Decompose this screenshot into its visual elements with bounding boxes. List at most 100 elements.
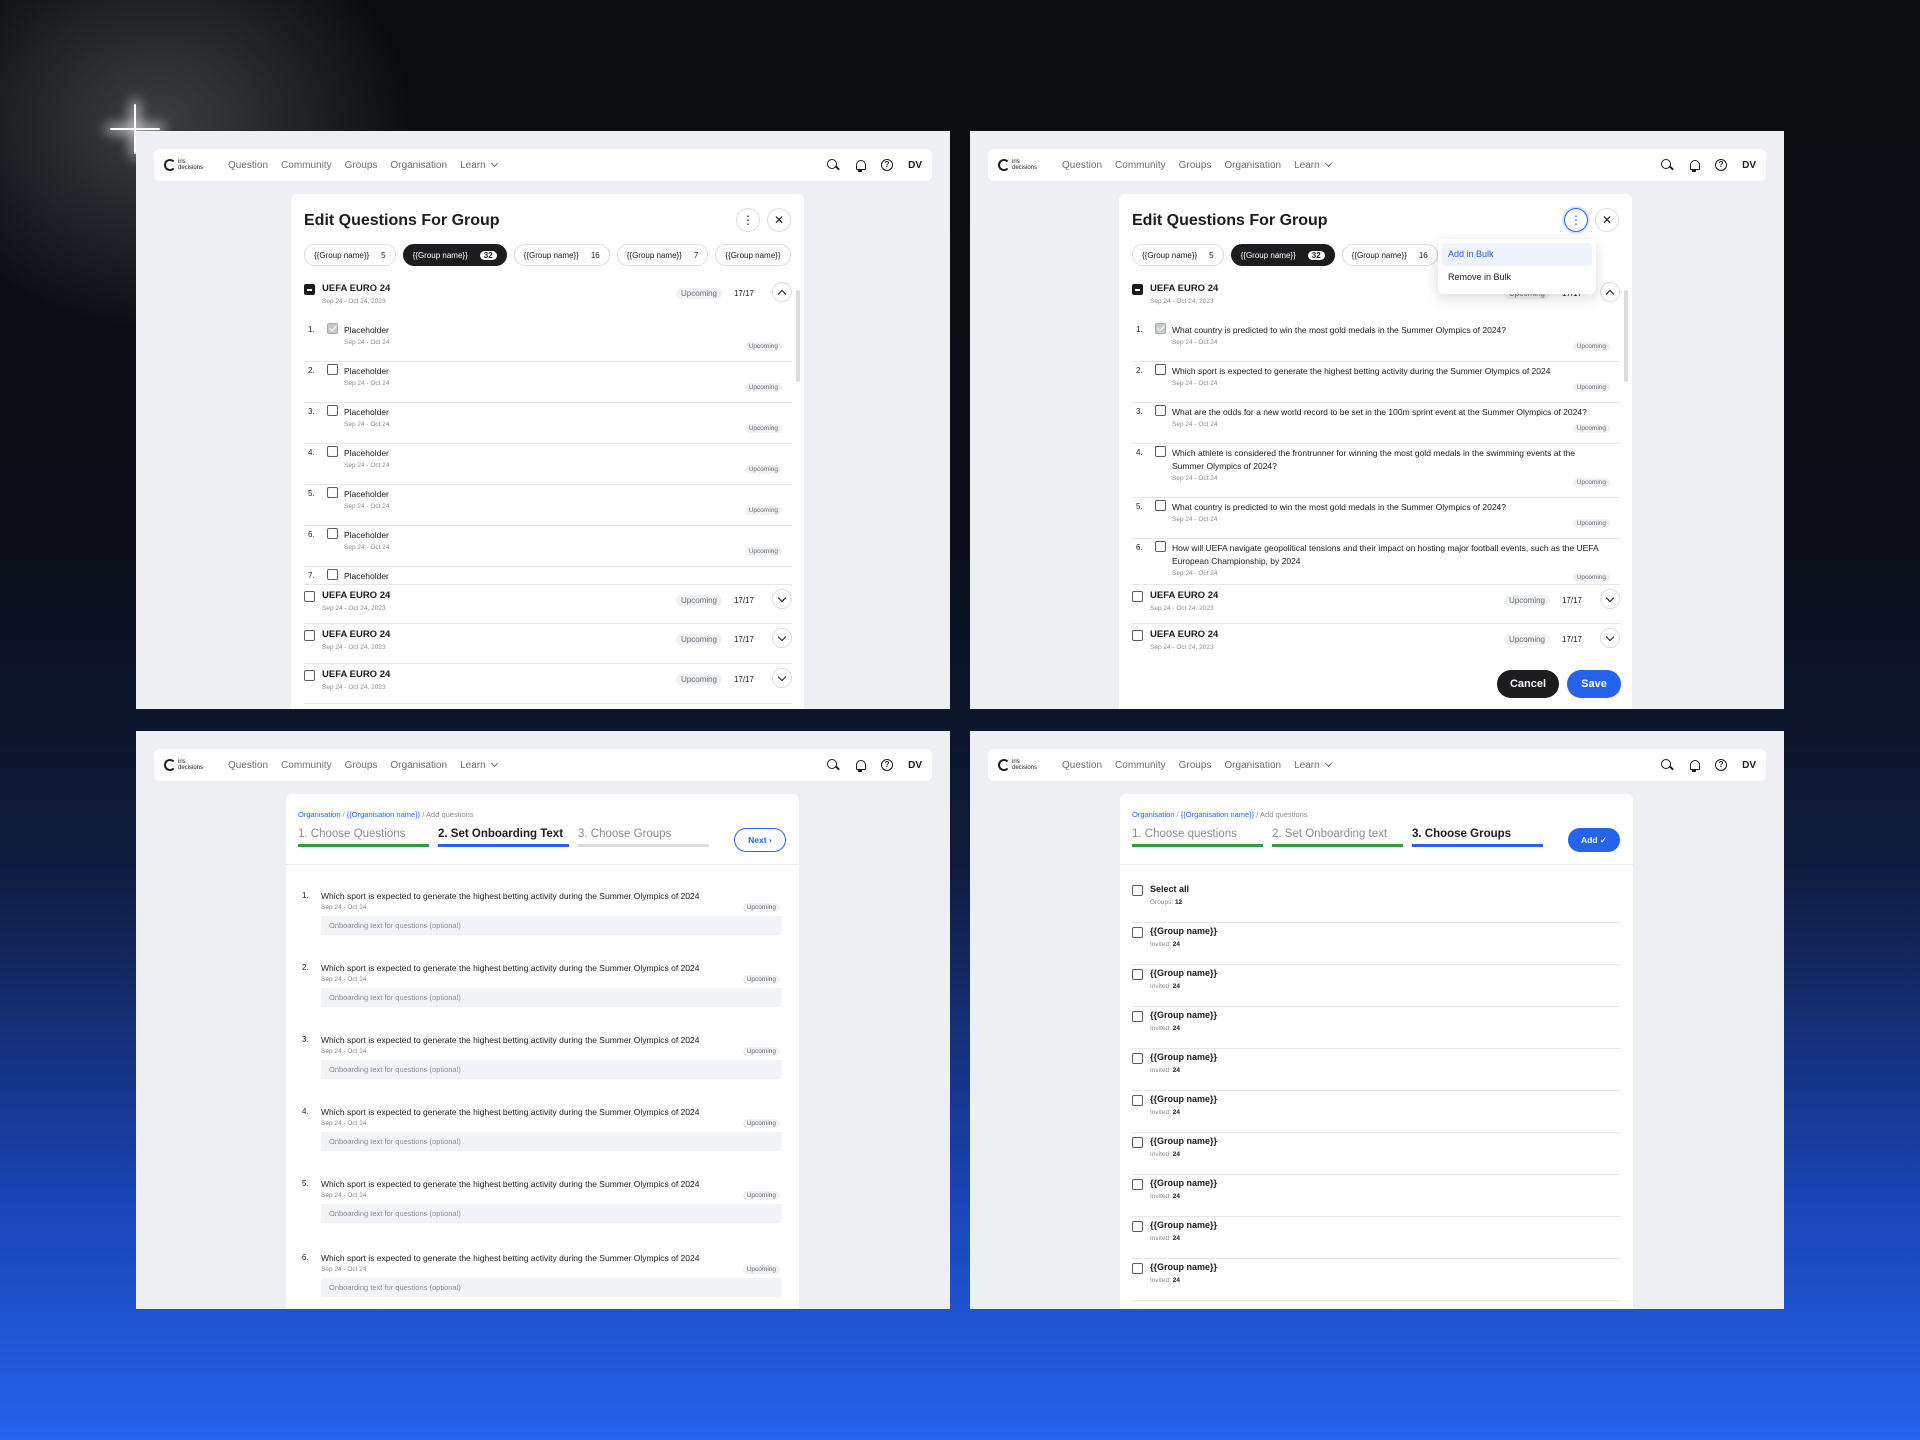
nav-learn[interactable]: Learn: [460, 159, 498, 171]
question-row[interactable]: 1. Placeholder Sep 24 - Oct 24 Upcoming: [304, 321, 792, 362]
nav-learn[interactable]: Learn: [460, 759, 498, 771]
question-row[interactable]: 5. What country is predicted to win the m…: [1132, 498, 1620, 539]
group-row[interactable]: UEFA EURO 24 Sep 24 - Oct 24, 2023 Upcomin…: [1132, 584, 1620, 624]
select-all-row[interactable]: Select all Groups: 12: [1132, 881, 1620, 923]
group-checkbox[interactable]: [304, 284, 315, 295]
question-row[interactable]: 6. Placeholder Sep 24 - Oct 24 Upcoming: [304, 526, 792, 567]
expand-button[interactable]: [772, 589, 792, 609]
step-choose-questions[interactable]: 1. Choose questions: [1132, 828, 1263, 847]
onboarding-text-input[interactable]: Onboarding text for questions (optional): [321, 1132, 782, 1151]
group-tab[interactable]: {{Group name}} 16: [1341, 244, 1438, 266]
group-checkbox[interactable]: [1132, 630, 1143, 641]
step-choose-questions[interactable]: 1. Choose Questions: [298, 828, 429, 847]
question-checkbox[interactable]: [327, 446, 338, 457]
nav-question[interactable]: Question: [1062, 760, 1102, 771]
avatar[interactable]: DV: [1742, 760, 1756, 771]
nav-community[interactable]: Community: [1115, 160, 1166, 171]
question-row[interactable]: 3. What are the odds for a new world reco…: [1132, 403, 1620, 444]
nav-community[interactable]: Community: [1115, 760, 1166, 771]
group-checkbox[interactable]: [1132, 1221, 1143, 1232]
expand-button[interactable]: [772, 668, 792, 688]
question-checkbox[interactable]: [1155, 323, 1166, 334]
question-checkbox[interactable]: [1155, 364, 1166, 375]
more-options-button[interactable]: ⋮: [736, 208, 760, 232]
group-row[interactable]: {{Group name}} Invited: 24: [1132, 1217, 1620, 1259]
help-icon[interactable]: ?: [881, 759, 894, 771]
bell-icon[interactable]: [854, 759, 867, 772]
close-button[interactable]: ✕: [1595, 208, 1619, 232]
group-checkbox[interactable]: [1132, 1095, 1143, 1106]
menu-item-add-in-bulk[interactable]: Add in Bulk: [1442, 243, 1592, 266]
avatar[interactable]: DV: [908, 160, 922, 171]
menu-item-remove-in-bulk[interactable]: Remove in Bulk: [1442, 266, 1592, 289]
help-icon[interactable]: ?: [1715, 159, 1728, 171]
collapse-button[interactable]: [772, 282, 792, 302]
nav-organisation[interactable]: Organisation: [390, 760, 447, 771]
group-row[interactable]: {{Group name}} Invited: 24: [1132, 1007, 1620, 1049]
avatar[interactable]: DV: [1742, 160, 1756, 171]
group-tab-selected[interactable]: {{Group name}} 32: [1230, 244, 1335, 266]
nav-organisation[interactable]: Organisation: [1224, 760, 1281, 771]
group-row[interactable]: {{Group name}} Invited: 24: [1132, 923, 1620, 965]
question-checkbox[interactable]: [1155, 446, 1166, 457]
nav-groups[interactable]: Groups: [1179, 160, 1212, 171]
group-tab[interactable]: {{Group name}} 5: [304, 244, 396, 266]
question-checkbox[interactable]: [327, 569, 338, 580]
logo[interactable]: iris decisions: [164, 759, 203, 771]
group-row[interactable]: UEFA EURO 24 Sep 24 - Oct 24, 2023 Upcomin…: [304, 584, 792, 624]
help-icon[interactable]: ?: [881, 159, 894, 171]
question-checkbox[interactable]: [327, 323, 338, 334]
nav-question[interactable]: Question: [228, 160, 268, 171]
close-button[interactable]: ✕: [767, 208, 791, 232]
nav-learn[interactable]: Learn: [1294, 759, 1332, 771]
onboarding-text-input[interactable]: Onboarding text for questions (optional): [321, 988, 782, 1007]
nav-learn[interactable]: Learn: [1294, 159, 1332, 171]
group-row-expanded[interactable]: UEFA EURO 24 Sep 24 - Oct 24, 2023 Upcom…: [304, 282, 792, 318]
breadcrumb-organisation-name[interactable]: {{Organisation name}}: [347, 810, 420, 819]
save-button[interactable]: Save: [1567, 670, 1621, 698]
breadcrumb-organisation-name[interactable]: {{Organisation name}}: [1181, 810, 1254, 819]
question-checkbox[interactable]: [327, 528, 338, 539]
group-checkbox[interactable]: [304, 670, 315, 681]
group-checkbox[interactable]: [1132, 1263, 1143, 1274]
group-checkbox[interactable]: [1132, 1137, 1143, 1148]
onboarding-text-input[interactable]: Onboarding text for questions (optional): [321, 916, 782, 935]
onboarding-text-input[interactable]: Onboarding text for questions (optional): [321, 1204, 782, 1223]
cancel-button[interactable]: Cancel: [1497, 670, 1559, 698]
group-row[interactable]: {{Group name}} Invited: 24: [1132, 965, 1620, 1007]
more-options-button[interactable]: ⋮: [1564, 208, 1588, 232]
search-icon[interactable]: [1661, 159, 1673, 171]
search-icon[interactable]: [827, 159, 839, 171]
group-tab[interactable]: {{Group name}}7: [616, 244, 709, 266]
expand-button[interactable]: [1600, 628, 1620, 648]
avatar[interactable]: DV: [908, 760, 922, 771]
question-row[interactable]: 7. Placeholder: [304, 567, 792, 584]
nav-organisation[interactable]: Organisation: [1224, 160, 1281, 171]
next-button[interactable]: Next ›: [734, 828, 786, 852]
question-row[interactable]: 4. Placeholder Sep 24 - Oct 24 Upcoming: [304, 444, 792, 485]
nav-groups[interactable]: Groups: [345, 160, 378, 171]
expand-button[interactable]: [1600, 589, 1620, 609]
scrollbar[interactable]: [1624, 290, 1628, 382]
help-icon[interactable]: ?: [1715, 759, 1728, 771]
question-checkbox[interactable]: [327, 364, 338, 375]
question-checkbox[interactable]: [327, 405, 338, 416]
question-row[interactable]: 2. Placeholder Sep 24 - Oct 24 Upcoming: [304, 362, 792, 403]
question-row[interactable]: 1. What country is predicted to win the m…: [1132, 321, 1620, 362]
group-row[interactable]: {{Group name}} Invited: 24: [1132, 1175, 1620, 1217]
question-checkbox[interactable]: [1155, 405, 1166, 416]
group-tab[interactable]: {{Group name}} 5: [1132, 244, 1224, 266]
add-button[interactable]: Add ✓: [1568, 828, 1620, 852]
question-row[interactable]: 2. Which sport is expected to generate th…: [1132, 362, 1620, 403]
scrollbar[interactable]: [796, 290, 800, 382]
group-checkbox[interactable]: [1132, 1011, 1143, 1022]
question-row[interactable]: 4. Which athlete is considered the frontr…: [1132, 444, 1620, 498]
bell-icon[interactable]: [854, 159, 867, 172]
select-all-checkbox[interactable]: [1132, 885, 1143, 896]
group-checkbox[interactable]: [1132, 284, 1143, 295]
group-checkbox[interactable]: [1132, 1053, 1143, 1064]
group-checkbox[interactable]: [304, 591, 315, 602]
nav-groups[interactable]: Groups: [1179, 760, 1212, 771]
question-row[interactable]: 5. Placeholder Sep 24 - Oct 24 Upcoming: [304, 485, 792, 526]
group-row[interactable]: {{Group name}} Invited: 24: [1132, 1049, 1620, 1091]
